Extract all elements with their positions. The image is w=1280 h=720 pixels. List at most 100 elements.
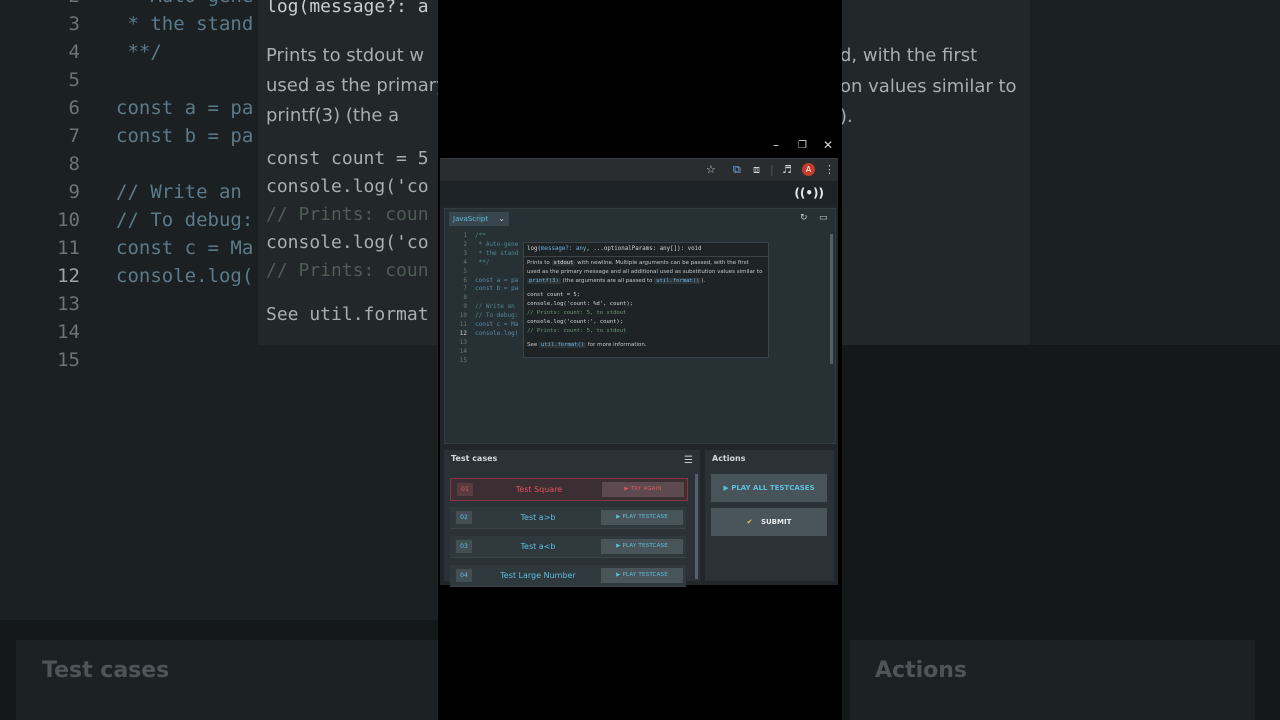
line-text: console.log( bbox=[475, 329, 519, 337]
line-number: 1 bbox=[463, 232, 467, 239]
editor-scrollbar[interactable] bbox=[830, 234, 833, 364]
line-number: 15 bbox=[459, 356, 467, 364]
code-line: 1 /** bbox=[445, 232, 485, 241]
background-line-number: 4 bbox=[68, 41, 80, 63]
background-tooltip-right: d, with the first on values similar to). bbox=[840, 0, 1031, 345]
testcase-row: 03 Test a<b ▶ PLAY TESTCASE bbox=[450, 536, 686, 558]
tooltip-desc-1: Prints to stdout with newline. Multiple … bbox=[527, 260, 749, 266]
tooltip-divider bbox=[524, 256, 768, 257]
play-testcase-button[interactable]: ▶ PLAY TESTCASE bbox=[601, 568, 683, 583]
background-tooltip-line: // Prints: coun bbox=[266, 260, 429, 281]
testcase-number: 03 bbox=[456, 540, 472, 553]
line-number: 3 bbox=[463, 249, 467, 257]
broadcast-icon[interactable]: ((•)) bbox=[794, 186, 824, 200]
background-right: d, with the first on values similar to). … bbox=[840, 0, 1280, 720]
code-editor[interactable]: JavaScript ⌄ ↻ ▭ 1/** 2 * Auto-gene 3 * th… bbox=[444, 208, 836, 444]
background-line-text: const b = pa bbox=[116, 125, 254, 147]
media-icon[interactable]: ♬ bbox=[782, 163, 792, 176]
code-line: 15 bbox=[445, 357, 475, 366]
testcase-row: 04 Test Large Number ▶ PLAY TESTCASE bbox=[450, 565, 686, 587]
code-line: 12 console.log( bbox=[445, 329, 519, 339]
try-again-button[interactable]: ▶ TRY AGAIN bbox=[602, 482, 684, 497]
profile-avatar[interactable]: A bbox=[802, 163, 815, 176]
background-line-text: **/ bbox=[116, 41, 162, 63]
minimize-button[interactable]: – bbox=[773, 138, 779, 152]
testcase-name: Test Square bbox=[515, 485, 563, 494]
testcase-row: 02 Test a>b ▶ PLAY TESTCASE bbox=[450, 507, 686, 529]
submit-label: SUBMIT bbox=[760, 518, 792, 526]
play-testcase-button[interactable]: ▶ PLAY TESTCASE bbox=[601, 539, 683, 554]
background-left: 2 * Auto-gene 3 * the stand 4 **/ 5 6 const a… bbox=[0, 0, 438, 720]
background-line-number: 11 bbox=[57, 237, 80, 259]
background-tooltip-sig: log(message?: a bbox=[266, 0, 429, 17]
language-select[interactable]: JavaScript ⌄ bbox=[449, 212, 509, 226]
testcase-number: 02 bbox=[456, 511, 472, 524]
background-tooltip-line: See util.format bbox=[266, 304, 429, 325]
tooltip-desc-2: used as the primary message and all addi… bbox=[527, 269, 763, 275]
background-line-number: 12 bbox=[57, 265, 80, 287]
background-line-number: 5 bbox=[68, 69, 80, 91]
check-icon: ✔ bbox=[746, 518, 753, 526]
testcase-row: 01 Test Square ▶ TRY AGAIN bbox=[450, 478, 688, 501]
list-icon[interactable]: ☰ bbox=[684, 455, 693, 466]
code-line: 3 * the stand bbox=[445, 250, 518, 259]
testcase-number: 01 bbox=[457, 483, 473, 496]
code-line: 10 // To debug: bbox=[445, 312, 519, 321]
background-tooltip-line: Prints to stdout w bbox=[266, 45, 425, 66]
line-text: // Write an bbox=[475, 303, 515, 311]
testcase-number: 04 bbox=[456, 569, 472, 582]
code-line: 8 bbox=[445, 294, 475, 303]
background-line-number: 7 bbox=[68, 125, 80, 147]
background-line-text: * the stand bbox=[116, 13, 254, 35]
background-line-number: 8 bbox=[68, 153, 80, 175]
app-header: ((•)) bbox=[440, 181, 838, 205]
line-number: 6 bbox=[463, 276, 467, 284]
background-actions-title: Actions bbox=[875, 658, 967, 683]
kebab-menu-icon[interactable]: ⋮ bbox=[824, 163, 835, 176]
line-number: 2 bbox=[463, 240, 467, 248]
toolbar-divider: | bbox=[770, 163, 774, 176]
background-code-line: 15 bbox=[0, 349, 438, 371]
testcases-scrollbar[interactable] bbox=[695, 474, 698, 579]
tooltip-example-3: // Prints: count: 5, to stdout bbox=[527, 310, 627, 316]
code-line: 2 * Auto-gene bbox=[445, 241, 518, 250]
line-number: 10 bbox=[459, 312, 467, 320]
line-text: * the stand bbox=[475, 249, 519, 257]
bookmark-star-icon[interactable]: ☆ bbox=[706, 163, 716, 176]
line-number: 4 bbox=[463, 258, 467, 266]
line-text: **/ bbox=[475, 258, 490, 266]
translate-icon[interactable]: ⧉ bbox=[733, 163, 741, 177]
tooltip-signature: log(message?: any, ...optionalParams: an… bbox=[527, 246, 702, 252]
play-all-testcases-button[interactable]: ▶ PLAY ALL TESTCASES bbox=[711, 474, 827, 502]
code-line: 14 bbox=[445, 348, 475, 357]
background-line-number: 2 bbox=[0, 0, 116, 7]
line-number: 11 bbox=[459, 321, 467, 328]
tooltip-desc-3: printf(3) (the arguments are all passed … bbox=[527, 278, 706, 284]
testcase-name: Test Large Number bbox=[500, 571, 576, 580]
background-tooltip-line: const count = 5 bbox=[266, 148, 429, 169]
background-tooltip-right-line: d, with the first bbox=[840, 45, 978, 66]
submit-button[interactable]: ✔ SUBMIT bbox=[711, 508, 827, 536]
background-line-number: 10 bbox=[57, 209, 80, 231]
maximize-editor-icon[interactable]: ▭ bbox=[819, 213, 828, 223]
close-button[interactable]: ✕ bbox=[823, 138, 833, 152]
line-text: // To debug: bbox=[475, 312, 519, 320]
code-line: 4 **/ bbox=[445, 259, 489, 268]
restore-button[interactable]: ❐ bbox=[798, 140, 807, 151]
background-line-text: console.log( bbox=[116, 265, 254, 287]
line-text: const a = pa bbox=[475, 276, 519, 284]
background-tooltip-line: printf(3) (the a bbox=[266, 105, 400, 126]
play-testcase-button[interactable]: ▶ PLAY TESTCASE bbox=[601, 510, 683, 525]
background-tooltip-line: console.log('co bbox=[266, 176, 429, 197]
code-line: 6 const a = pa bbox=[445, 277, 518, 286]
reset-icon[interactable]: ↻ bbox=[800, 213, 808, 223]
code-line: 9 // Write an bbox=[445, 303, 515, 312]
extensions-icon[interactable]: ⧈ bbox=[753, 163, 760, 177]
browser-toolbar: ☆ ⧉ ⧈ | ♬ A ⋮ bbox=[440, 158, 838, 181]
background-line-number: 13 bbox=[57, 293, 80, 315]
code-line: 5 bbox=[445, 268, 475, 277]
line-number: 13 bbox=[459, 338, 467, 346]
tooltip-example-5: // Prints: count: 5, to stdout bbox=[527, 328, 627, 334]
background-tooltip-line: // Prints: coun bbox=[266, 204, 429, 225]
chevron-down-icon: ⌄ bbox=[498, 214, 505, 223]
